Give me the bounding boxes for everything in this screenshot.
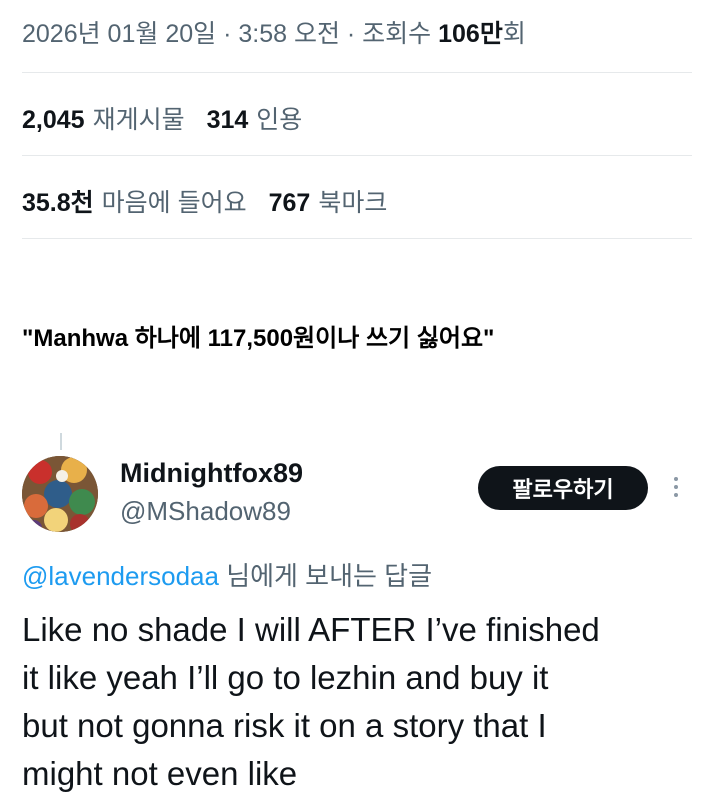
tweet-text-line: but not gonna risk it on a story that I (22, 707, 547, 744)
bookmarks-stat[interactable]: 767 북마크 (269, 189, 388, 217)
user-handle[interactable]: @MShadow89 (120, 496, 291, 527)
likes-stat[interactable]: 35.8천 마음에 들어요 (22, 189, 247, 217)
view-count: 106만 (438, 20, 503, 48)
quotes-stat[interactable]: 314 인용 (207, 106, 303, 134)
quotes-label: 인용 (256, 106, 303, 134)
tweet-text-line: Like no shade I will AFTER I’ve finished (22, 611, 600, 648)
reposts-stat[interactable]: 2,045 재게시물 (22, 106, 185, 134)
divider (22, 72, 692, 73)
divider (22, 155, 692, 156)
avatar-image (22, 456, 98, 532)
stats-row-engagement: 2,045 재게시물 314 인용 (22, 100, 302, 136)
likes-count: 35.8천 (22, 189, 94, 217)
thread-connector-line (60, 433, 62, 450)
post-metadata: 2026년 01월 20일 · 3:58 오전 · 조회수 106만회 (22, 14, 526, 50)
avatar[interactable] (22, 456, 98, 532)
bookmarks-label: 북마크 (318, 189, 388, 217)
display-name[interactable]: Midnightfox89 (120, 458, 303, 489)
caption-text: "Manhwa 하나에 117,500원이나 쓰기 싫어요" (22, 325, 495, 352)
reposts-label: 재게시물 (92, 106, 185, 134)
tweet-text-line: might not even like (22, 755, 298, 792)
likes-label: 마음에 들어요 (101, 189, 247, 217)
bookmarks-count: 767 (268, 189, 311, 217)
reply-context: @lavendersodaa 님에게 보내는 답글 (22, 556, 432, 593)
quotes-count: 314 (206, 106, 249, 134)
stats-row-likes: 35.8천 마음에 들어요 767 북마크 (22, 183, 387, 219)
more-options-icon[interactable] (668, 474, 684, 502)
tweet-text-line: it like yeah I’ll go to lezhin and buy i… (22, 659, 549, 696)
post-datetime: 2026년 01월 20일 · 3:58 오전 · 조회수 (22, 20, 439, 48)
tweet-body: Like no shade I will AFTER I’ve finished… (22, 606, 702, 798)
reposts-count: 2,045 (22, 106, 85, 134)
view-count-suffix: 회 (502, 20, 526, 48)
reply-to-handle-link[interactable]: @lavendersodaa (22, 561, 219, 591)
reply-to-label: 님에게 보내는 답글 (218, 561, 432, 591)
divider (22, 238, 692, 239)
follow-button[interactable]: 팔로우하기 (478, 466, 648, 510)
